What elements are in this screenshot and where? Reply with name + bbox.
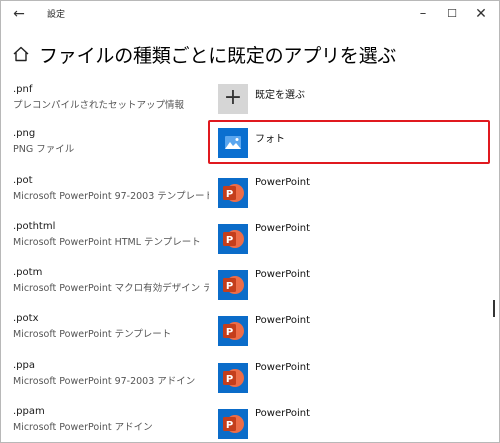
file-extension: .potm <box>13 267 43 278</box>
window-title: 設定 <box>47 10 66 20</box>
svg-text:P: P <box>226 189 233 200</box>
powerpoint-icon[interactable]: P <box>218 270 248 300</box>
close-icon[interactable]: ✕ <box>471 4 491 24</box>
app-name[interactable]: PowerPoint <box>255 269 310 280</box>
list-item: .ppa Microsoft PowerPoint 97-2003 アドイン P… <box>1 360 499 406</box>
app-name[interactable]: PowerPoint <box>255 177 310 188</box>
file-extension: .ppa <box>13 360 36 371</box>
file-extension: .pot <box>13 175 33 186</box>
app-name[interactable]: PowerPoint <box>255 362 310 373</box>
file-extension: .pnf <box>13 84 33 95</box>
file-description: Microsoft PowerPoint 97-2003 アドイン <box>13 376 196 387</box>
file-description: Microsoft PowerPoint アドイン <box>13 422 153 433</box>
svg-text:P: P <box>226 420 233 431</box>
file-extension: .potx <box>13 313 39 324</box>
list-item: .potm Microsoft PowerPoint マクロ有効デザイン テ..… <box>1 267 499 313</box>
file-description: Microsoft PowerPoint マクロ有効デザイン テ... <box>13 283 209 294</box>
minimize-icon[interactable]: – <box>413 4 433 24</box>
page-heading: ファイルの種類ごとに既定のアプリを選ぶ <box>11 39 396 69</box>
title-bar: ← 設定 – ☐ ✕ <box>1 1 499 27</box>
file-description: Microsoft PowerPoint HTML テンプレート <box>13 237 201 248</box>
svg-text:P: P <box>226 281 233 292</box>
powerpoint-icon[interactable]: P <box>218 178 248 208</box>
app-name[interactable]: PowerPoint <box>255 408 310 419</box>
file-description: Microsoft PowerPoint テンプレート <box>13 329 172 340</box>
svg-text:P: P <box>226 374 233 385</box>
arrow-left-icon[interactable]: ← <box>9 4 29 24</box>
choose-default-button[interactable]: 既定を選ぶ <box>255 86 305 101</box>
app-name[interactable]: PowerPoint <box>255 223 310 234</box>
svg-text:P: P <box>226 327 233 338</box>
list-item: .pot Microsoft PowerPoint 97-2003 テンプレート… <box>1 175 499 221</box>
settings-window: ← 設定 – ☐ ✕ ファイルの種類ごとに既定のアプリを選ぶ .pnf プレコン… <box>0 0 500 443</box>
scrollbar[interactable] <box>493 300 495 317</box>
file-extension: .ppam <box>13 406 45 417</box>
list-item: .ppam Microsoft PowerPoint アドイン P PowerP… <box>1 406 499 442</box>
file-description: プレコンパイルされたセットアップ情報 <box>13 100 185 111</box>
file-extension: .png <box>13 128 36 139</box>
home-icon[interactable] <box>11 44 31 64</box>
svg-text:P: P <box>226 235 233 246</box>
page-title: ファイルの種類ごとに既定のアプリを選ぶ <box>39 44 397 67</box>
file-description: Microsoft PowerPoint 97-2003 テンプレート <box>13 191 209 202</box>
list-item: .pothtml Microsoft PowerPoint HTML テンプレー… <box>1 221 499 267</box>
list-item: .potx Microsoft PowerPoint テンプレート P Powe… <box>1 313 499 359</box>
powerpoint-icon[interactable]: P <box>218 316 248 346</box>
powerpoint-icon[interactable]: P <box>218 409 248 439</box>
file-extension: .pothtml <box>13 221 56 232</box>
powerpoint-icon[interactable]: P <box>218 224 248 254</box>
maximize-icon[interactable]: ☐ <box>442 4 462 24</box>
powerpoint-icon[interactable]: P <box>218 363 248 393</box>
plus-icon[interactable]: + <box>218 84 248 114</box>
highlight-box <box>208 120 490 164</box>
app-name[interactable]: PowerPoint <box>255 315 310 326</box>
file-description: PNG ファイル <box>13 144 75 155</box>
